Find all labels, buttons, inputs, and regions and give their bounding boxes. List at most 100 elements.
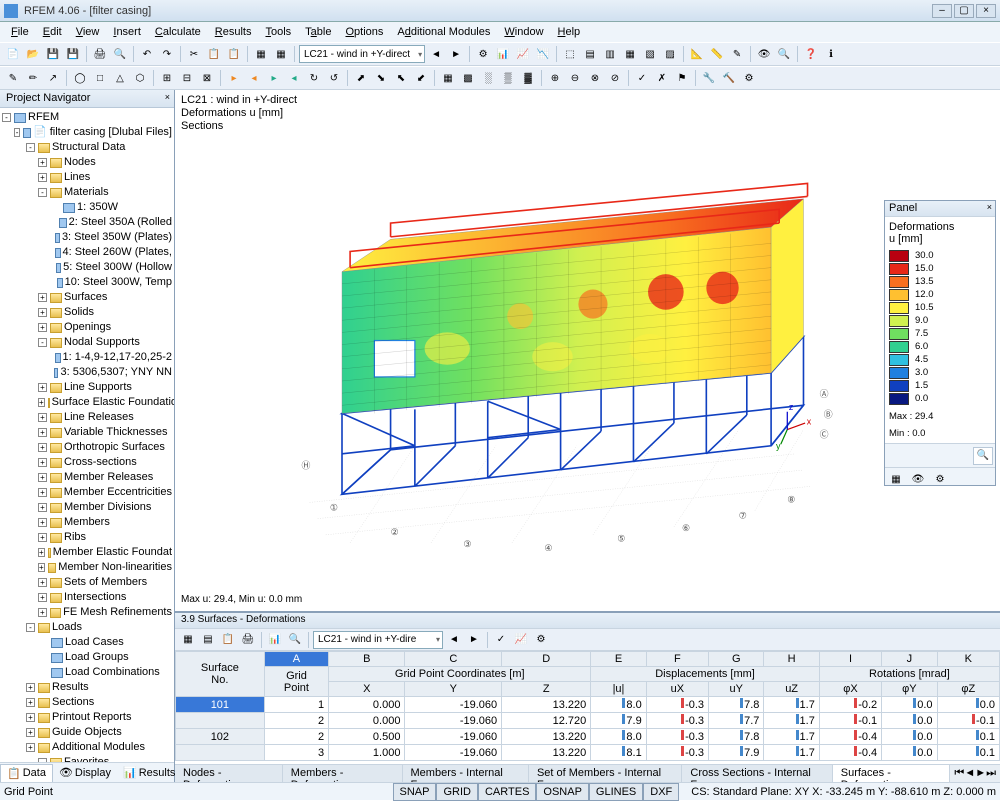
nav-close-icon[interactable]: ×	[165, 92, 170, 102]
menu-insert[interactable]: Insert	[106, 24, 148, 40]
tb2-1[interactable]: ✎	[4, 69, 22, 87]
tab-2[interactable]: Members - Internal Forces	[403, 765, 529, 782]
tb2-19[interactable]: ⬉	[392, 69, 410, 87]
menu-results[interactable]: Results	[208, 24, 259, 40]
status-snap[interactable]: SNAP	[393, 783, 437, 801]
maximize-button[interactable]: ▢	[954, 4, 974, 18]
tb-s4[interactable]: ▦	[621, 45, 639, 63]
tb-btn1[interactable]: ▦	[252, 45, 270, 63]
tb2-16[interactable]: ↺	[325, 69, 343, 87]
tb-copy[interactable]: 📋	[205, 45, 223, 63]
tb-btn2[interactable]: ▦	[272, 45, 290, 63]
tb2-27[interactable]: ⊖	[566, 69, 584, 87]
tb2-8[interactable]: ⊞	[158, 69, 176, 87]
tb-r1[interactable]: 📊	[494, 45, 512, 63]
tb-h1[interactable]: ❓	[802, 45, 820, 63]
nav-tree[interactable]: - RFEM- 📄 filter casing [Dlubal Files]- …	[0, 108, 174, 762]
panel-b1[interactable]: ▦	[887, 470, 905, 488]
tb2-31[interactable]: ✗	[653, 69, 671, 87]
tb2-4[interactable]: ◯	[71, 69, 89, 87]
menu-modules[interactable]: Additional Modules	[390, 24, 497, 40]
tb2-28[interactable]: ⊗	[586, 69, 604, 87]
tb2-25[interactable]: ▓	[519, 69, 537, 87]
tb-s2[interactable]: ▤	[581, 45, 599, 63]
tb-m3[interactable]: ✎	[728, 45, 746, 63]
tb-cut[interactable]: ✂	[185, 45, 203, 63]
tb2-13[interactable]: ▸	[265, 69, 283, 87]
tb2-33[interactable]: 🔧	[700, 69, 718, 87]
viewport[interactable]: LC21 : wind in +Y-directDeformations u […	[175, 90, 1000, 612]
status-dxf[interactable]: DXF	[643, 783, 679, 801]
status-cartes[interactable]: CARTES	[478, 783, 536, 801]
tb-s3[interactable]: ▥	[601, 45, 619, 63]
rtb-8[interactable]: 📈	[512, 631, 530, 649]
tb2-3[interactable]: ↗	[44, 69, 62, 87]
tb-r2[interactable]: 📈	[514, 45, 532, 63]
panel-zoom-icon[interactable]: 🔍	[973, 447, 993, 465]
tb-s1[interactable]: ⬚	[561, 45, 579, 63]
tb2-20[interactable]: ⬋	[412, 69, 430, 87]
tab-5[interactable]: Surfaces - Deformations	[833, 765, 951, 782]
menu-file[interactable]: File	[4, 24, 36, 40]
tb-open[interactable]: 📂	[24, 45, 42, 63]
tb2-18[interactable]: ⬊	[372, 69, 390, 87]
status-glines[interactable]: GLINES	[589, 783, 643, 801]
rtb-9[interactable]: ⚙	[532, 631, 550, 649]
rtb-prev[interactable]: ◄	[445, 631, 463, 649]
menu-options[interactable]: Options	[338, 24, 390, 40]
tb2-5[interactable]: □	[91, 69, 109, 87]
tb-next[interactable]: ►	[447, 45, 465, 63]
tb-v2[interactable]: 🔍	[775, 45, 793, 63]
tb-h2[interactable]: ℹ	[822, 45, 840, 63]
panel-b2[interactable]: 👁	[909, 470, 927, 488]
tab-3[interactable]: Set of Members - Internal Forces	[529, 765, 682, 782]
tb2-22[interactable]: ▩	[459, 69, 477, 87]
tb-saveas[interactable]: 💾	[64, 45, 82, 63]
tb2-21[interactable]: ▦	[439, 69, 457, 87]
tb-s5[interactable]: ▧	[641, 45, 659, 63]
close-button[interactable]: ×	[976, 4, 996, 18]
tb-v1[interactable]: 👁	[755, 45, 773, 63]
tb2-10[interactable]: ⊠	[198, 69, 216, 87]
tb2-23[interactable]: ░	[479, 69, 497, 87]
tb2-34[interactable]: 🔨	[720, 69, 738, 87]
tb2-11[interactable]: ▸	[225, 69, 243, 87]
rtb-next[interactable]: ►	[465, 631, 483, 649]
tb-undo[interactable]: ↶	[138, 45, 156, 63]
menu-window[interactable]: Window	[497, 24, 550, 40]
tb2-24[interactable]: ▒	[499, 69, 517, 87]
tb2-6[interactable]: △	[111, 69, 129, 87]
tab-1[interactable]: Members - Deformations	[283, 765, 403, 782]
tb2-26[interactable]: ⊕	[546, 69, 564, 87]
navtab-display[interactable]: 👁Display	[53, 764, 117, 781]
tb-prev[interactable]: ◄	[427, 45, 445, 63]
tb-save[interactable]: 💾	[44, 45, 62, 63]
tb2-7[interactable]: ⬡	[131, 69, 149, 87]
tb-preview[interactable]: 🔍	[111, 45, 129, 63]
tb2-17[interactable]: ⬈	[352, 69, 370, 87]
results-grid[interactable]: SurfaceNo.ABCDEFGHIJKGridPointGrid Point…	[175, 651, 1000, 764]
rtb-6[interactable]: 🔍	[286, 631, 304, 649]
tab-0[interactable]: Nodes - Deformations	[175, 765, 283, 782]
status-osnap[interactable]: OSNAP	[536, 783, 589, 801]
results-lc-combo[interactable]: LC21 - wind in +Y-dire	[313, 631, 443, 649]
navtab-data[interactable]: 📋Data	[0, 764, 53, 782]
tb2-9[interactable]: ⊟	[178, 69, 196, 87]
tb2-2[interactable]: ✏	[24, 69, 42, 87]
rtb-1[interactable]: ▦	[179, 631, 197, 649]
tb-s6[interactable]: ▨	[661, 45, 679, 63]
loadcase-combo[interactable]: LC21 - wind in +Y-direct	[299, 45, 425, 63]
menu-tools[interactable]: Tools	[258, 24, 298, 40]
tb-calc[interactable]: ⚙	[474, 45, 492, 63]
menu-table[interactable]: Table	[298, 24, 338, 40]
menu-edit[interactable]: Edit	[36, 24, 69, 40]
tb-new[interactable]: 📄	[4, 45, 22, 63]
menu-view[interactable]: View	[69, 24, 107, 40]
tb-redo[interactable]: ↷	[158, 45, 176, 63]
navtab-results[interactable]: 📊Results	[117, 764, 181, 781]
model-view[interactable]: x y z ①②③④⑤⑥⑦⑧ ⒽⒶⒷⒸ	[235, 130, 870, 551]
tb2-29[interactable]: ⊘	[606, 69, 624, 87]
rtb-3[interactable]: 📋	[219, 631, 237, 649]
rtb-5[interactable]: 📊	[266, 631, 284, 649]
tb-m1[interactable]: 📐	[688, 45, 706, 63]
